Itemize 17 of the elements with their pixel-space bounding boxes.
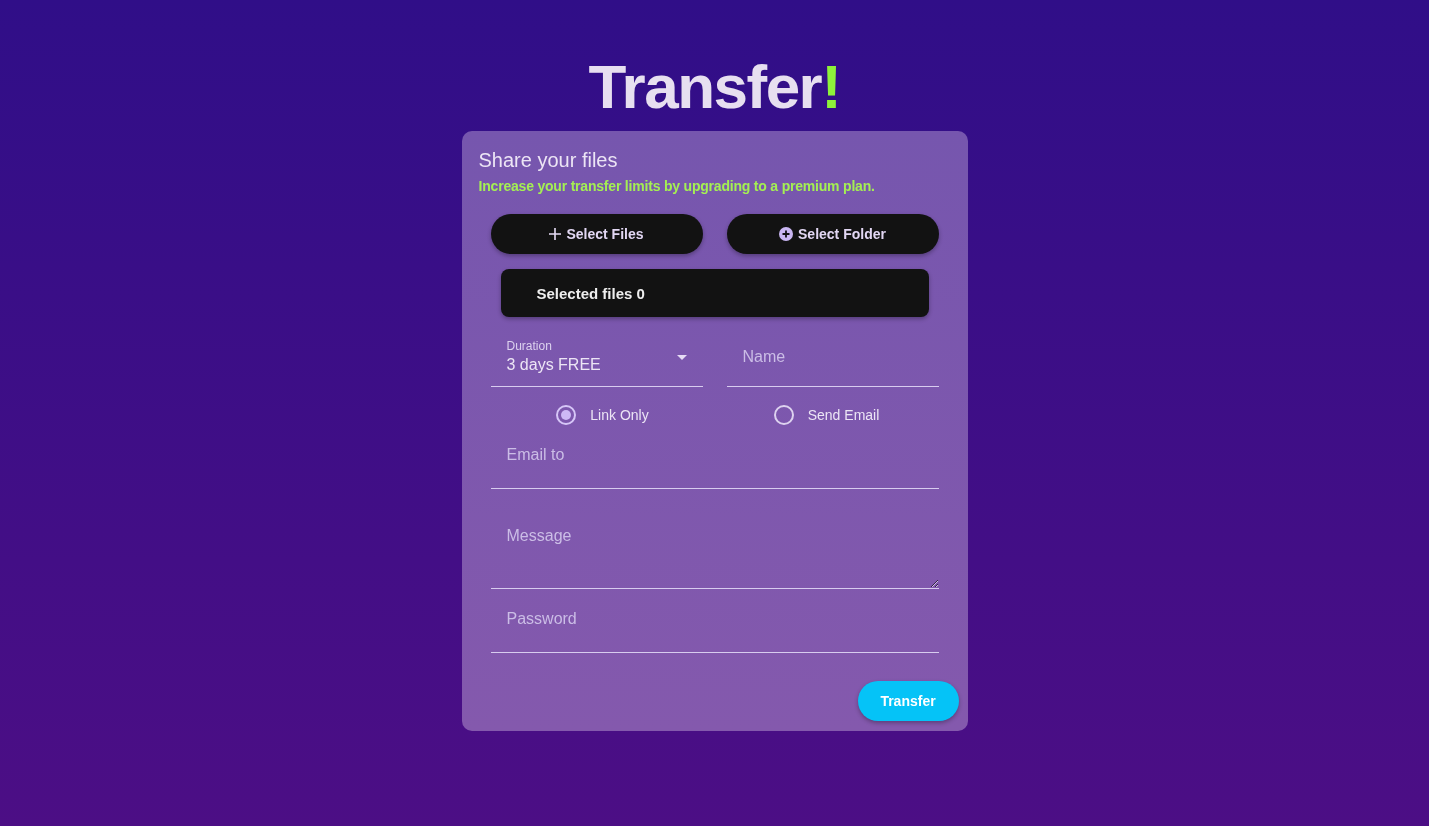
duration-select[interactable]: Duration 3 days FREE (490, 337, 703, 387)
page-title: Transfer (588, 52, 822, 121)
add-circle-icon (779, 227, 794, 241)
card-heading: Share your files (478, 149, 619, 172)
exclamation-mark: ! (821, 52, 841, 121)
dropdown-caret-icon (676, 355, 687, 360)
select-button[interactable]: Select Files (490, 214, 703, 254)
select-button[interactable]: Select Folder (726, 214, 939, 254)
selected-files-count: Selected files 0 (536, 284, 645, 302)
upgrade-notice: Increase your transfer limits by upgrading to a premium plan. (478, 178, 876, 194)
message-field[interactable]: Message (490, 513, 939, 589)
plus-icon (549, 228, 562, 240)
password-field[interactable]: Password (490, 595, 939, 653)
name-field[interactable]: Name (726, 337, 939, 387)
radio-option[interactable]: Send Email (714, 405, 939, 425)
radio-option[interactable]: Link Only (490, 405, 715, 425)
email-field[interactable]: Email to (490, 431, 939, 489)
